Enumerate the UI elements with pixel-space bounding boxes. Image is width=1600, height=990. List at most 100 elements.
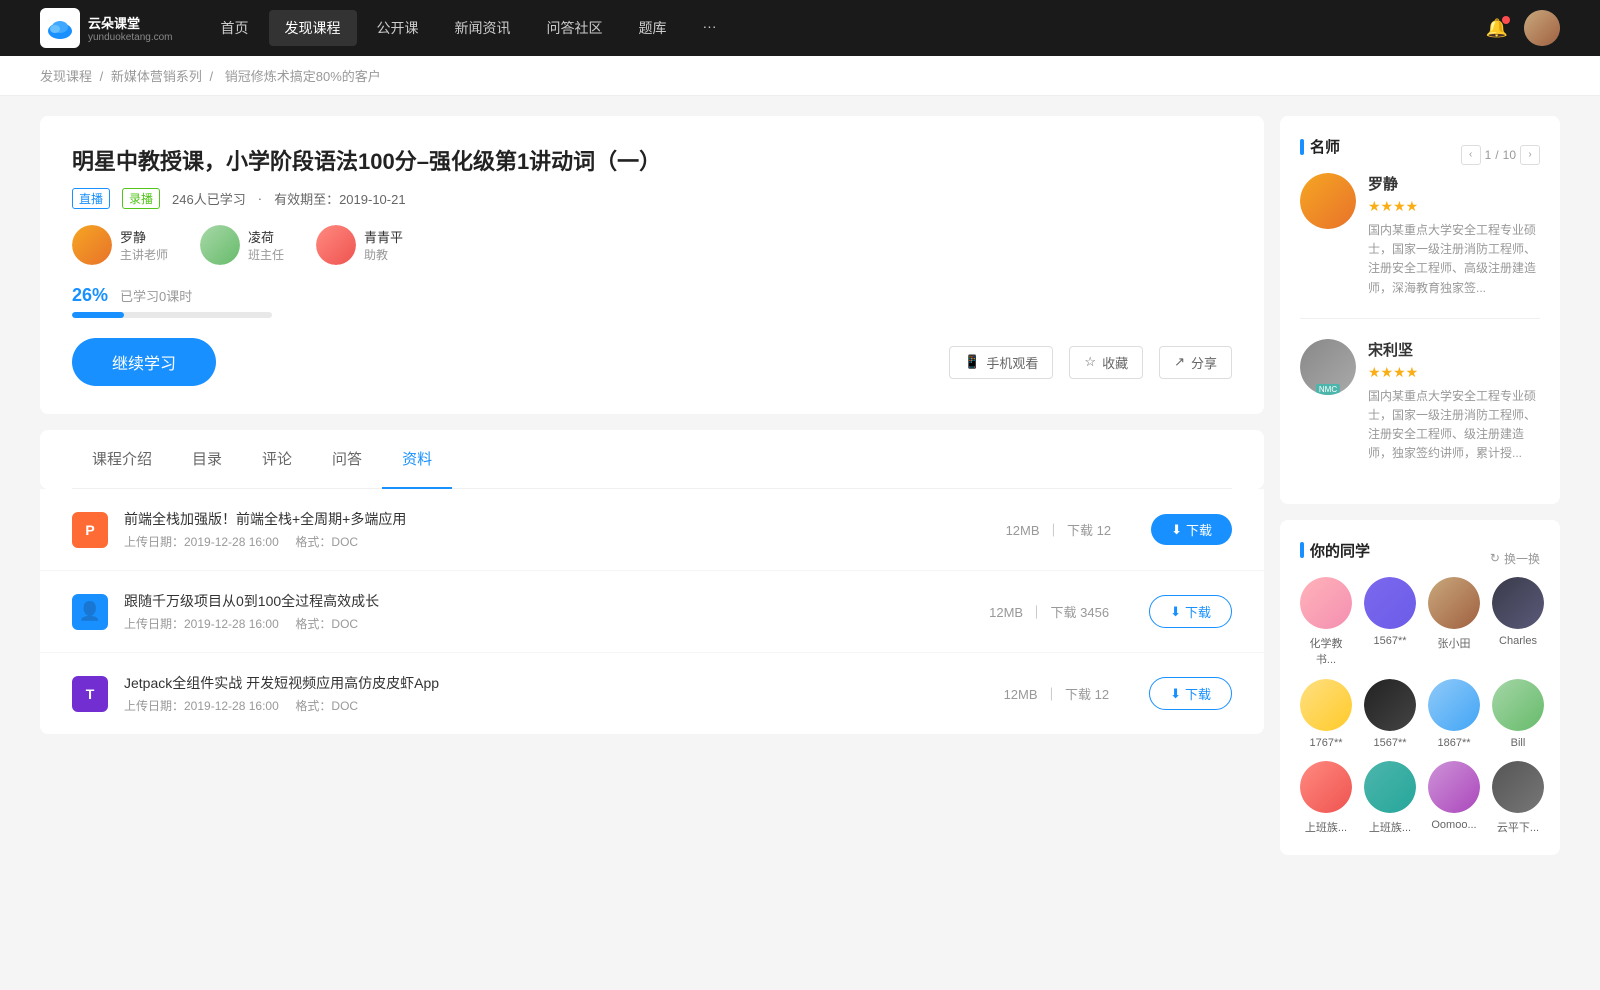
classmate-name-1: 1567**: [1373, 635, 1406, 647]
classmate-name-4: 1767**: [1309, 737, 1342, 749]
nav-item-courses[interactable]: 发现课程: [269, 10, 357, 46]
resource-size-2: 12MB: [1004, 687, 1038, 702]
classmate-avatar-img-11: [1492, 761, 1544, 813]
refresh-icon: ↻: [1490, 551, 1500, 565]
refresh-classmates-button[interactable]: ↻ 换一换: [1490, 550, 1540, 567]
share-button[interactable]: ↗ 分享: [1159, 346, 1232, 379]
tab-qa[interactable]: 问答: [312, 430, 382, 489]
students-count: 246人已学习: [172, 189, 246, 208]
nav-item-open[interactable]: 公开课: [361, 10, 435, 46]
teacher-page-total: 10: [1503, 148, 1516, 162]
continue-learning-button[interactable]: 继续学习: [72, 338, 216, 386]
course-tags: 直播 录播 246人已学习 · 有效期至：2019-10-21: [72, 188, 1232, 209]
teacher-avatar-img-0: [72, 225, 112, 265]
sidebar-teacher-stars-1: ★★★★: [1368, 364, 1540, 381]
classmate-avatar-img-4: [1300, 679, 1352, 731]
tab-intro[interactable]: 课程介绍: [72, 430, 172, 489]
nav-item-news[interactable]: 新闻资讯: [439, 10, 527, 46]
classmate-name-5: 1567**: [1373, 737, 1406, 749]
sidebar-teacher-desc-1: 国内某重点大学安全工程专业硕士，国家一级注册消防工程师、注册安全工程师、级注册建…: [1368, 387, 1540, 464]
tab-review[interactable]: 评论: [242, 430, 312, 489]
nav-right: 🔔: [1486, 10, 1560, 46]
tab-resources[interactable]: 资料: [382, 430, 452, 489]
sidebar-teacher-name-1: 宋利坚: [1368, 339, 1540, 360]
classmate-item-3[interactable]: Charles: [1492, 577, 1544, 667]
sidebar-teacher-avatar-0: [1300, 173, 1356, 229]
classmate-item-5[interactable]: 1567**: [1364, 679, 1416, 749]
resource-date-1: 上传日期：2019-12-28 16:00: [124, 617, 279, 631]
logo[interactable]: 云朵课堂 yunduoketang.com: [40, 8, 173, 48]
teachers-card: 名师 ‹ 1 / 10 › 罗静 ★★★★ 国内某重点大学安全工程专业硕士，国家…: [1280, 116, 1560, 504]
tab-catalog[interactable]: 目录: [172, 430, 242, 489]
nav-item-quiz[interactable]: 题库: [623, 10, 683, 46]
classmate-avatar-img-8: [1300, 761, 1352, 813]
resource-item-0: P 前端全栈加强版！前端全栈+全周期+多端应用 上传日期：2019-12-28 …: [40, 489, 1264, 571]
file-icon-0: P: [72, 512, 108, 548]
course-actions: 继续学习 📱 手机观看 ☆ 收藏 ↗ 分享: [72, 338, 1232, 386]
breadcrumb-link-series[interactable]: 新媒体营销系列: [111, 69, 202, 84]
collect-button[interactable]: ☆ 收藏: [1069, 346, 1143, 379]
classmate-avatar-img-1: [1364, 577, 1416, 629]
prev-teacher-btn[interactable]: ‹: [1461, 145, 1481, 165]
sidebar-teacher-avatar-img-1: NMC: [1300, 339, 1356, 395]
next-teacher-btn[interactable]: ›: [1520, 145, 1540, 165]
teacher-page-current: 1: [1485, 148, 1492, 162]
sidebar-teacher-stars-0: ★★★★: [1368, 198, 1540, 215]
mobile-view-button[interactable]: 📱 手机观看: [949, 346, 1053, 379]
breadcrumb-sep-2: /: [210, 69, 217, 84]
classmate-avatar-img-7: [1492, 679, 1544, 731]
classmate-avatar-img-10: [1428, 761, 1480, 813]
breadcrumb-link-courses[interactable]: 发现课程: [40, 69, 92, 84]
download-button-0[interactable]: ⬇ 下载: [1151, 514, 1232, 545]
progress-section: 26% 已学习0课时: [72, 285, 1232, 318]
classmate-avatar-2: [1428, 577, 1480, 629]
action-buttons: 📱 手机观看 ☆ 收藏 ↗ 分享: [949, 346, 1232, 379]
classmate-avatar-3: [1492, 577, 1544, 629]
sidebar-teacher-info-0: 罗静 ★★★★ 国内某重点大学安全工程专业硕士，国家一级注册消防工程师、注册安全…: [1368, 173, 1540, 298]
resource-name-0: 前端全栈加强版！前端全栈+全周期+多端应用: [124, 509, 990, 529]
teacher-avatar-0: [72, 225, 112, 265]
nav-item-more[interactable]: ···: [687, 10, 733, 46]
progress-percentage: 26%: [72, 285, 108, 306]
teacher-avatar-2: [316, 225, 356, 265]
download-button-1[interactable]: ⬇ 下载: [1149, 595, 1232, 628]
classmate-avatar-7: [1492, 679, 1544, 731]
teacher-name-0: 罗静: [120, 227, 168, 246]
classmate-item-2[interactable]: 张小田: [1428, 577, 1480, 667]
resource-info-1: 跟随千万级项目从0到100全过程高效成长 上传日期：2019-12-28 16:…: [124, 591, 973, 632]
resource-format-1: 格式：DOC: [295, 617, 358, 631]
classmate-item-7[interactable]: Bill: [1492, 679, 1544, 749]
resource-item-2: T Jetpack全组件实战 开发短视频应用高仿皮皮虾App 上传日期：2019…: [40, 653, 1264, 734]
classmate-item-8[interactable]: 上班族...: [1300, 761, 1352, 835]
teacher-info-0: 罗静 主讲老师: [120, 227, 168, 263]
nav-item-home[interactable]: 首页: [205, 10, 265, 46]
classmate-item-0[interactable]: 化学教书...: [1300, 577, 1352, 667]
classmate-item-6[interactable]: 1867**: [1428, 679, 1480, 749]
teacher-avatar-img-1: [200, 225, 240, 265]
resource-downloads-0: 下载 12: [1067, 523, 1111, 538]
resource-meta-2: 上传日期：2019-12-28 16:00 格式：DOC: [124, 697, 988, 714]
resource-name-2: Jetpack全组件实战 开发短视频应用高仿皮皮虾App: [124, 673, 988, 693]
sidebar-teacher-avatar-img-0: [1300, 173, 1356, 229]
breadcrumb: 发现课程 / 新媒体营销系列 / 销冠修炼术搞定80%的客户: [0, 56, 1600, 96]
resource-date-2: 上传日期：2019-12-28 16:00: [124, 699, 279, 713]
nav-item-qa[interactable]: 问答社区: [531, 10, 619, 46]
user-avatar[interactable]: [1524, 10, 1560, 46]
download-button-2[interactable]: ⬇ 下载: [1149, 677, 1232, 710]
classmate-item-4[interactable]: 1767**: [1300, 679, 1352, 749]
classmate-name-6: 1867**: [1437, 737, 1470, 749]
classmates-title-bar: 你的同学 ↻ 换一换: [1300, 540, 1540, 577]
course-title: 明星中教授课，小学阶段语法100分–强化级第1讲动词（一）: [72, 144, 1232, 176]
classmate-item-11[interactable]: 云平下...: [1492, 761, 1544, 835]
classmate-item-1[interactable]: 1567**: [1364, 577, 1416, 667]
bell-icon[interactable]: 🔔: [1486, 18, 1508, 39]
teacher-role-2: 助教: [364, 246, 403, 263]
classmate-item-10[interactable]: Oomoo...: [1428, 761, 1480, 835]
refresh-label: 换一换: [1504, 550, 1540, 567]
resource-list: P 前端全栈加强版！前端全栈+全周期+多端应用 上传日期：2019-12-28 …: [40, 489, 1264, 734]
classmate-avatar-1: [1364, 577, 1416, 629]
teachers-row: 罗静 主讲老师 凌荷 班主任: [72, 225, 1232, 265]
classmate-item-9[interactable]: 上班族...: [1364, 761, 1416, 835]
dot-separator: ·: [258, 191, 262, 206]
tabs: 课程介绍 目录 评论 问答 资料: [72, 430, 1232, 489]
